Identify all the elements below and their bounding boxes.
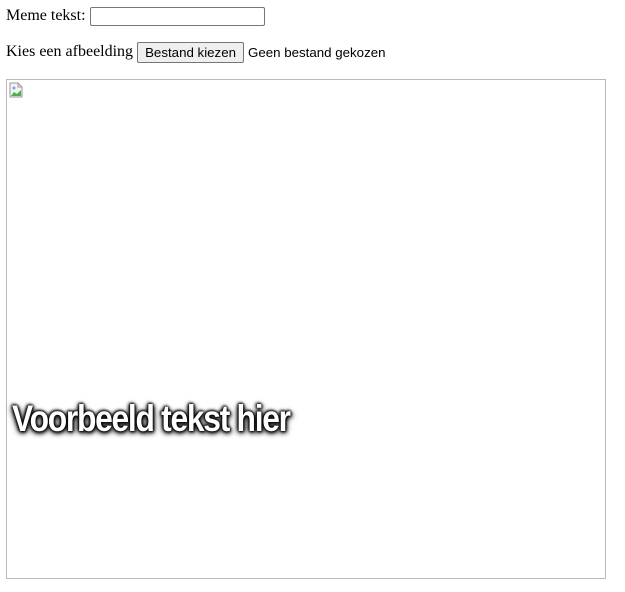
meme-text-input[interactable] [89,6,265,26]
meme-overlay-text: Voorbeeld tekst hier [12,398,291,439]
broken-image-icon [9,82,23,98]
image-picker-row: Kies een afbeelding Bestand kiezen Geen … [6,41,386,63]
meme-text-label: Meme tekst: [6,7,86,24]
meme-canvas: Voorbeeld tekst hier [6,79,606,579]
file-status-text: Geen bestand gekozen [248,44,386,60]
meme-text-row: Meme tekst: [6,5,265,27]
image-picker-label: Kies een afbeelding [6,43,134,60]
choose-file-button[interactable]: Bestand kiezen [137,41,244,63]
